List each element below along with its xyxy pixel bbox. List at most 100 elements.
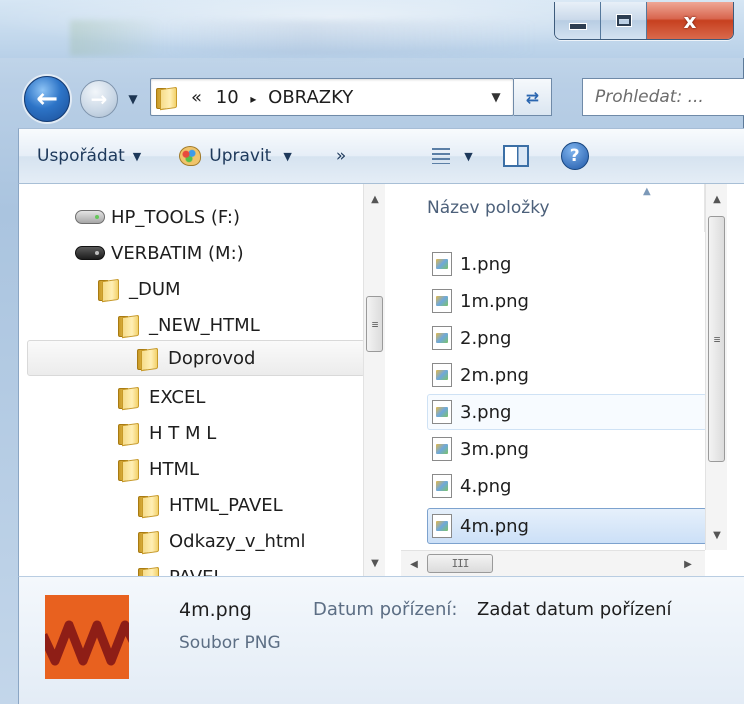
edit-button[interactable]: Upravit ▼	[169, 129, 302, 183]
folder-icon	[137, 494, 159, 517]
organize-button[interactable]: Uspořádat ▼	[19, 129, 151, 183]
scrollbar-thumb[interactable]: ≡	[366, 296, 383, 352]
scroll-right-arrow-icon[interactable]: ▶	[677, 553, 699, 575]
folder-icon	[137, 530, 159, 553]
help-icon: ?	[560, 142, 589, 170]
back-button[interactable]: ←	[24, 76, 70, 122]
caption-buttons: x	[554, 2, 734, 40]
scroll-up-arrow-icon[interactable]: ▲	[364, 188, 386, 210]
tree-item-dum[interactable]: _DUM	[97, 272, 181, 306]
drive-icon	[75, 210, 105, 224]
file-item-hovered[interactable]: 3.png	[427, 394, 705, 430]
recent-pages-button[interactable]: ▼	[122, 88, 144, 110]
scrollbar-thumb[interactable]: ≡	[708, 216, 725, 462]
folder-icon	[97, 278, 119, 301]
tree-item-label: PAVEL	[169, 567, 224, 577]
details-date-value[interactable]: Zadat datum pořízení	[477, 599, 672, 620]
breadcrumb-separator[interactable]: ▸	[250, 92, 256, 106]
file-name: 1m.png	[460, 290, 529, 312]
address-dropdown-button[interactable]: ▼	[479, 90, 513, 104]
file-item[interactable]: 1m.png	[427, 283, 705, 319]
forward-arrow-icon: →	[90, 87, 108, 111]
search-input[interactable]: Prohledat: ...	[582, 78, 744, 116]
file-item[interactable]: 2m.png	[427, 357, 705, 393]
tree-item-label: _NEW_HTML	[149, 314, 260, 336]
chevron-down-icon: ▼	[464, 149, 473, 163]
folder-icon	[117, 458, 139, 481]
file-name: 3m.png	[460, 438, 529, 460]
file-name: 4m.png	[460, 515, 529, 537]
pane-splitter[interactable]	[387, 184, 401, 576]
help-button[interactable]: ?	[551, 129, 599, 183]
tree-item-label: _DUM	[129, 278, 181, 300]
scroll-down-arrow-icon[interactable]: ▼	[364, 552, 386, 574]
file-list-horizontal-scrollbar[interactable]: ◀ III ▶	[401, 550, 705, 576]
tree-item-doprovod[interactable]: Doprovod	[27, 340, 365, 376]
breadcrumb[interactable]: « 10 ▸ OBRAZKY	[181, 87, 479, 108]
navigation-pane[interactable]: HP_TOOLS (F:) VERBATIM (M:) _DUM _NEW_HT…	[19, 184, 387, 576]
more-commands-button[interactable]: »	[326, 129, 356, 183]
file-item[interactable]: 1.png	[427, 246, 705, 282]
folder-icon	[117, 386, 139, 409]
file-item[interactable]: 2.png	[427, 320, 705, 356]
preview-pane-button[interactable]	[493, 129, 539, 183]
tree-item-label: Doprovod	[168, 347, 256, 369]
file-name: 2.png	[460, 327, 512, 349]
tree-item-new-html[interactable]: _NEW_HTML	[117, 308, 260, 342]
png-file-icon	[432, 326, 452, 350]
scrollbar-thumb[interactable]: III	[427, 554, 493, 573]
navigation-scrollbar[interactable]: ▲ ≡ ▼	[363, 184, 385, 576]
file-name: 1.png	[460, 253, 512, 275]
folder-icon	[117, 314, 139, 337]
tree-item-label: H T M L	[149, 422, 217, 444]
search-placeholder: Prohledat: ...	[595, 87, 704, 107]
background-blur	[70, 20, 540, 56]
chevron-down-icon: ▼	[491, 90, 501, 104]
folder-icon	[136, 347, 158, 370]
breadcrumb-segment[interactable]: 10	[216, 87, 239, 108]
breadcrumb-overflow[interactable]: «	[191, 87, 202, 108]
maximize-button[interactable]	[601, 2, 647, 39]
refresh-button[interactable]: ⇄	[514, 78, 552, 116]
file-list-scrollbar[interactable]: ▲ ≡ ▼	[705, 184, 727, 550]
address-folder-icon	[151, 79, 181, 115]
tree-item-excel[interactable]: EXCEL	[117, 380, 205, 414]
minimize-button[interactable]	[555, 2, 601, 39]
paint-palette-icon	[179, 146, 202, 166]
chevron-down-icon: ▼	[132, 149, 142, 163]
tree-item-odkazy[interactable]: Odkazy_v_html	[137, 524, 306, 558]
column-header-label: Název položky	[427, 198, 550, 218]
tree-item-label: HTML	[149, 458, 200, 480]
breadcrumb-segment[interactable]: OBRAZKY	[268, 87, 353, 108]
scroll-up-arrow-icon[interactable]: ▲	[706, 188, 728, 210]
tree-item-verbatim[interactable]: VERBATIM (M:)	[75, 236, 244, 270]
close-button[interactable]: x	[647, 2, 733, 39]
file-item-selected[interactable]: 4m.png	[427, 508, 705, 544]
tree-item-html[interactable]: HTML	[117, 452, 199, 486]
tree-item-pavel[interactable]: PAVEL	[137, 560, 224, 576]
change-view-button[interactable]: ▼	[422, 129, 482, 183]
column-header-name[interactable]: Název položky ▲	[401, 184, 705, 232]
details-file-type: Soubor PNG	[179, 633, 281, 653]
tree-item-hp-tools[interactable]: HP_TOOLS (F:)	[75, 200, 240, 234]
file-item[interactable]: 4.png	[427, 468, 705, 504]
tree-item-label: HP_TOOLS (F:)	[111, 206, 240, 228]
png-file-icon	[432, 400, 452, 424]
file-name: 3.png	[460, 401, 512, 423]
close-icon: x	[683, 8, 697, 33]
scroll-left-arrow-icon[interactable]: ◀	[403, 553, 425, 575]
more-label: »	[335, 146, 347, 166]
file-item[interactable]: 3m.png	[427, 431, 705, 467]
file-list[interactable]: Název položky ▲ 1.png 1m.png 2.png 2m.pn…	[401, 184, 705, 550]
file-name: 2m.png	[460, 364, 529, 386]
tree-item-html-pavel[interactable]: HTML_PAVEL	[137, 488, 283, 522]
title-bar[interactable]: x	[0, 0, 744, 58]
tree-item-h-t-m-l[interactable]: H T M L	[117, 416, 216, 450]
address-bar[interactable]: « 10 ▸ OBRAZKY ▼	[150, 78, 514, 116]
refresh-icon: ⇄	[525, 87, 540, 107]
waveform-thumbnail-image	[45, 595, 129, 679]
scroll-down-arrow-icon[interactable]: ▼	[706, 524, 728, 546]
png-file-icon	[432, 363, 452, 387]
forward-button[interactable]: →	[80, 80, 118, 118]
file-name: 4.png	[460, 475, 512, 497]
